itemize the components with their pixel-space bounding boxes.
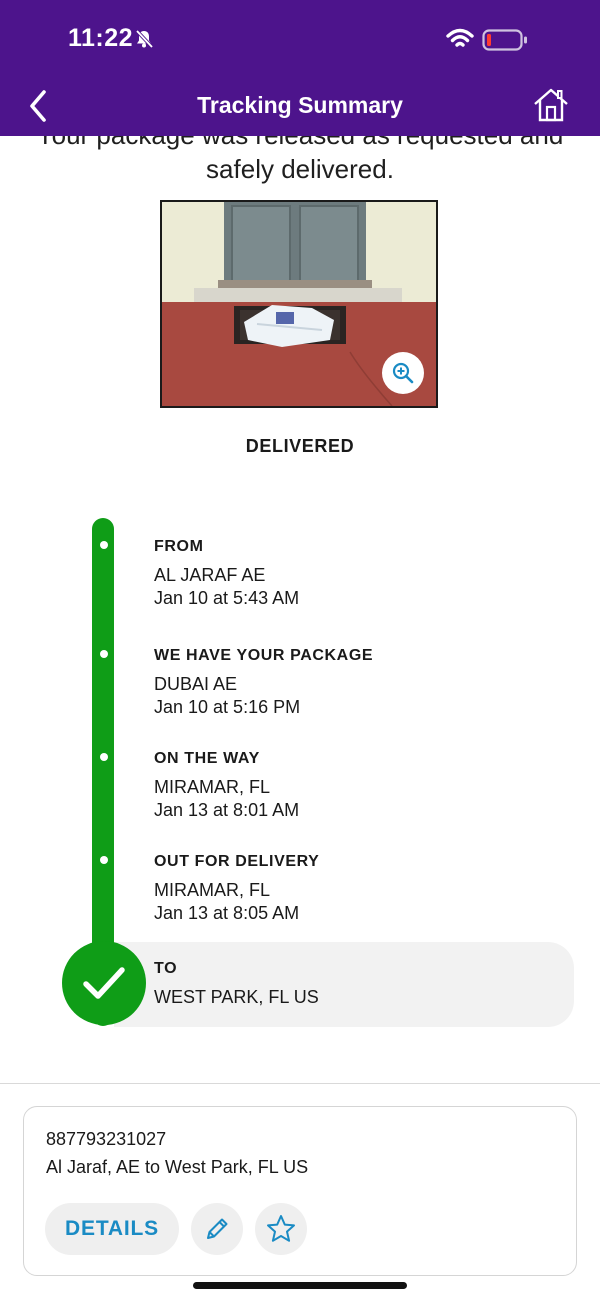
tracking-number: 887793231027 <box>46 1129 167 1149</box>
bell-off-icon <box>135 29 154 49</box>
delivery-message-line2: safely delivered. <box>206 154 394 184</box>
timeline-item-location: DUBAI AE <box>154 674 238 694</box>
timeline-item-on-the-way: ON THE WAY MIRAMAR, FL Jan 13 at 8:01 AM <box>154 750 299 822</box>
timeline-item-time: Jan 10 at 5:16 PM <box>154 697 301 717</box>
timeline-item-to: TO WEST PARK, FL US <box>154 960 319 1009</box>
timeline-item-location: MIRAMAR, FL <box>154 777 271 797</box>
home-indicator <box>193 1282 407 1289</box>
status-time: 11:22 <box>68 24 134 52</box>
timeline-item-time: Jan 10 at 5:43 AM <box>154 588 300 608</box>
edit-button[interactable] <box>191 1203 243 1255</box>
shipment-card: 887793231027 Al Jaraf, AE to West Park, … <box>23 1106 577 1276</box>
timeline-item-title: TO <box>154 960 178 977</box>
timeline-dot <box>100 541 108 549</box>
timeline-item-out-for-delivery: OUT FOR DELIVERY MIRAMAR, FL Jan 13 at 8… <box>154 853 319 925</box>
home-button[interactable] <box>532 86 570 124</box>
timeline-item-location: AL JARAF AE <box>154 565 266 585</box>
timeline-item-from: FROM AL JARAF AE Jan 10 at 5:43 AM <box>154 538 299 610</box>
timeline-item-title: FROM <box>154 538 204 555</box>
timeline-item-picked-up: WE HAVE YOUR PACKAGE DUBAI AE Jan 10 at … <box>154 647 373 719</box>
checkmark-icon <box>83 967 125 999</box>
divider <box>0 1083 600 1084</box>
top-bar: 11:22 Tracking Summary <box>0 0 600 136</box>
zoom-in-icon <box>392 362 414 384</box>
details-button[interactable]: DETAILS <box>45 1203 179 1255</box>
zoom-photo-button[interactable] <box>382 352 424 394</box>
timeline-dot <box>100 856 108 864</box>
page-title: Tracking Summary <box>197 92 403 118</box>
battery-icon <box>482 29 527 51</box>
timeline-item-title: WE HAVE YOUR PACKAGE <box>154 647 374 664</box>
pencil-icon <box>207 1218 228 1239</box>
timeline-item-location: WEST PARK, FL US <box>154 987 319 1007</box>
star-icon <box>267 1215 295 1242</box>
timeline-item-title: ON THE WAY <box>154 750 260 767</box>
wifi-icon <box>446 28 474 47</box>
timeline-item-location: MIRAMAR, FL <box>154 880 271 900</box>
timeline-item-title: OUT FOR DELIVERY <box>154 853 320 870</box>
timeline-item-time: Jan 13 at 8:01 AM <box>154 800 300 820</box>
timeline-dot <box>100 753 108 761</box>
delivered-check-badge <box>62 941 146 1025</box>
delivery-photo[interactable] <box>160 200 438 408</box>
delivery-status: DELIVERED <box>245 436 355 456</box>
shipment-route: Al Jaraf, AE to West Park, FL US <box>46 1157 309 1177</box>
favorite-button[interactable] <box>255 1203 307 1255</box>
timeline-item-time: Jan 13 at 8:05 AM <box>154 903 300 923</box>
timeline-dot <box>100 650 108 658</box>
